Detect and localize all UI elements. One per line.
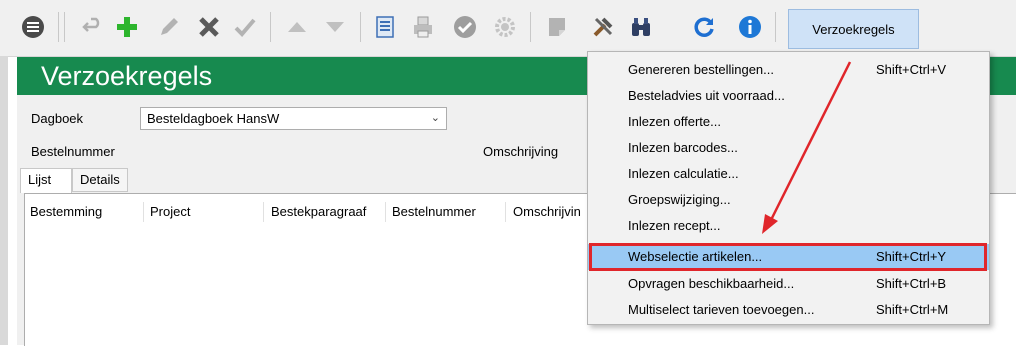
menu-item-inlezen-barcodes[interactable]: Inlezen barcodes... (588, 135, 989, 161)
tools-icon[interactable] (590, 14, 616, 40)
column-header-bestemming[interactable]: Bestemming (30, 204, 102, 219)
menu-item-label: Inlezen barcodes... (628, 140, 738, 155)
tab-label: Details (80, 172, 120, 187)
binoculars-icon[interactable] (628, 14, 654, 40)
menu-item-label: Opvragen beschikbaarheid... (628, 276, 795, 291)
menu-item-label: Inlezen offerte... (628, 114, 721, 129)
menu-item-inlezen-recept[interactable]: Inlezen recept... (588, 213, 989, 239)
chevron-down-icon: ⌄ (430, 112, 440, 124)
menu-item-multiselect-tarieven[interactable]: Multiselect tarieven toevoegen... Shift+… (588, 297, 989, 323)
menu-item-shortcut: Shift+Ctrl+B (876, 276, 947, 291)
dagboek-label: Dagboek (31, 111, 84, 126)
delete-icon[interactable] (196, 14, 222, 40)
verzoekregels-menu-button-label: Verzoekregels (812, 21, 895, 37)
omschrijving-label: Omschrijving (483, 144, 559, 159)
toolbar-separator (58, 12, 59, 42)
menu-icon[interactable] (20, 14, 46, 40)
toolbar-separator (64, 12, 65, 42)
menu-item-label: Multiselect tarieven toevoegen... (628, 302, 815, 317)
move-up-icon[interactable] (284, 14, 310, 40)
tab-details[interactable]: Details (72, 168, 128, 192)
verzoekregels-menu-button[interactable]: Verzoekregels (788, 9, 919, 49)
toolbar-separator (530, 12, 531, 42)
column-separator (385, 202, 386, 222)
tab-label: Lijst (28, 172, 52, 187)
column-header-omschrijving[interactable]: Omschrijvin (513, 204, 581, 219)
edit-icon[interactable] (156, 14, 182, 40)
menu-item-opvragen-beschikbaarheid[interactable]: Opvragen beschikbaarheid... Shift+Ctrl+B (588, 271, 989, 297)
settings-gear-icon[interactable] (492, 14, 518, 40)
check-circle-icon[interactable] (452, 14, 478, 40)
column-header-bestelnummer[interactable]: Bestelnummer (392, 204, 476, 219)
column-separator (143, 202, 144, 222)
print-preview-icon[interactable] (372, 14, 398, 40)
refresh-icon[interactable] (691, 14, 717, 40)
menu-item-label: Inlezen calculatie... (628, 166, 739, 181)
column-separator (505, 202, 506, 222)
undo-icon[interactable] (80, 14, 106, 40)
note-icon[interactable] (544, 14, 570, 40)
menu-item-inlezen-calculatie[interactable]: Inlezen calculatie... (588, 161, 989, 187)
toolbar-separator (270, 12, 271, 42)
toolbar-separator (360, 12, 361, 42)
column-separator (263, 202, 264, 222)
info-icon[interactable] (737, 14, 763, 40)
confirm-icon[interactable] (232, 14, 258, 40)
dagboek-select[interactable]: Besteldagboek HansW ⌄ (140, 107, 447, 130)
add-icon[interactable] (114, 14, 140, 40)
menu-item-label: Genereren bestellingen... (628, 62, 774, 77)
menu-item-shortcut: Shift+Ctrl+M (876, 302, 949, 317)
verzoekregels-dropdown-menu: Genereren bestellingen... Shift+Ctrl+V B… (587, 51, 990, 325)
menu-item-label: Webselectie artikelen... (628, 249, 763, 264)
toolbar-separator (775, 12, 776, 42)
toolbar: Verzoekregels (0, 0, 1016, 57)
menu-item-besteladvies[interactable]: Besteladvies uit voorraad... (588, 83, 989, 109)
menu-item-webselectie-artikelen[interactable]: Webselectie artikelen... Shift+Ctrl+Y (588, 244, 989, 270)
print-icon[interactable] (410, 14, 436, 40)
menu-item-label: Groepswijziging... (628, 192, 731, 207)
window-edge (0, 56, 8, 345)
column-header-bestekparagraaf[interactable]: Bestekparagraaf (271, 204, 366, 219)
menu-item-inlezen-offerte[interactable]: Inlezen offerte... (588, 109, 989, 135)
tab-lijst[interactable]: Lijst (20, 168, 72, 193)
page-title: Verzoekregels (41, 61, 213, 91)
dagboek-select-value: Besteldagboek HansW (147, 111, 280, 126)
menu-item-shortcut: Shift+Ctrl+V (876, 62, 947, 77)
menu-item-shortcut: Shift+Ctrl+Y (876, 249, 947, 264)
menu-item-genereren-bestellingen[interactable]: Genereren bestellingen... Shift+Ctrl+V (588, 57, 989, 83)
menu-item-groepswijziging[interactable]: Groepswijziging... (588, 187, 989, 213)
menu-item-label: Inlezen recept... (628, 218, 721, 233)
bestelnummer-label: Bestelnummer (31, 144, 115, 159)
column-header-project[interactable]: Project (150, 204, 190, 219)
menu-item-label: Besteladvies uit voorraad... (628, 88, 785, 103)
move-down-icon[interactable] (322, 14, 348, 40)
